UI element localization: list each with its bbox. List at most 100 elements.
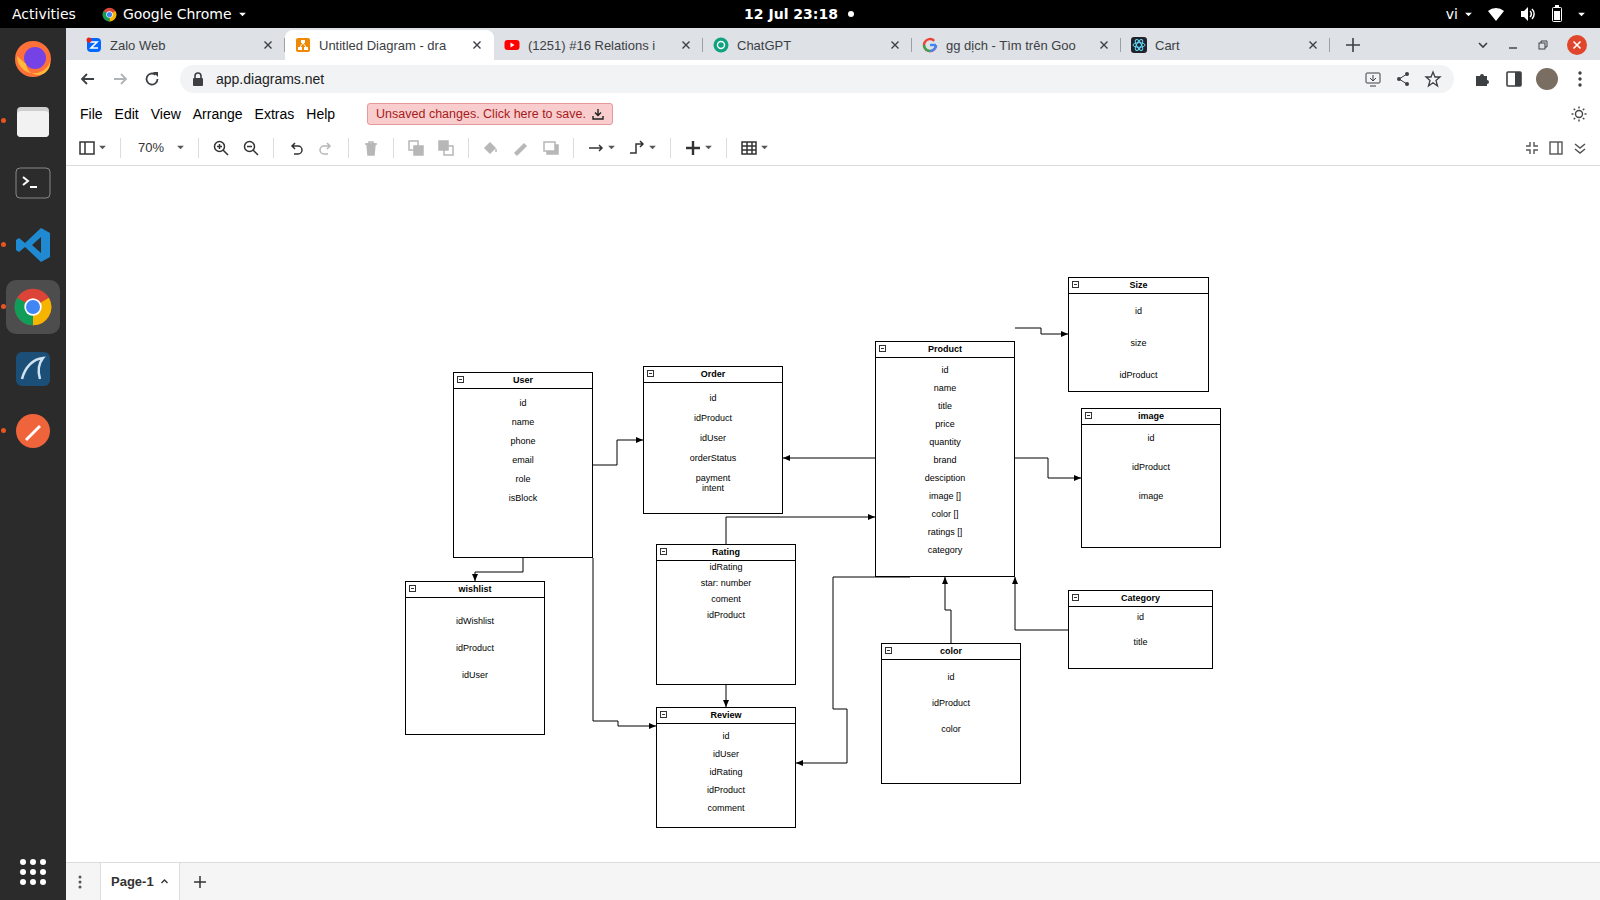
- entity-table[interactable]: image ididProductimage: [1081, 408, 1221, 548]
- connector[interactable]: [1015, 458, 1081, 478]
- entity-field[interactable]: idUser: [462, 670, 488, 680]
- share-icon[interactable]: [1394, 70, 1412, 88]
- entity-field[interactable]: idRating: [709, 767, 742, 777]
- toolbar-button[interactable]: [76, 137, 109, 159]
- menu-item[interactable]: Extras: [255, 106, 295, 122]
- entity-table[interactable]: Category idtitle: [1068, 590, 1213, 669]
- wifi-icon[interactable]: [1487, 6, 1505, 22]
- entity-field[interactable]: idProduct: [694, 413, 732, 423]
- side-panel-icon[interactable]: [1504, 69, 1524, 89]
- toolbar-button[interactable]: [585, 137, 618, 159]
- dock-item[interactable]: [6, 404, 60, 458]
- entity-field[interactable]: coment: [711, 594, 741, 604]
- close-tab-icon[interactable]: [261, 38, 275, 52]
- maximize-icon[interactable]: [1536, 38, 1550, 52]
- connector[interactable]: [726, 517, 875, 544]
- install-icon[interactable]: [1364, 70, 1382, 88]
- entity-table[interactable]: User idnamephoneemailroleisBlock: [453, 372, 593, 558]
- close-tab-icon[interactable]: [679, 38, 693, 52]
- browser-tab[interactable]: Zalo Web: [76, 30, 285, 60]
- entity-header[interactable]: Size: [1069, 278, 1208, 294]
- entity-field[interactable]: idProduct: [707, 610, 745, 620]
- entity-field[interactable]: idUser: [700, 433, 726, 443]
- connector[interactable]: [783, 458, 875, 459]
- entity-table[interactable]: Order ididProductidUserorderStatuspaymen…: [643, 366, 783, 514]
- toolbar-button[interactable]: [626, 137, 659, 159]
- entity-field[interactable]: idProduct: [707, 785, 745, 795]
- toolbar-button[interactable]: [510, 137, 532, 159]
- collapse-icon[interactable]: [660, 548, 667, 555]
- url-field[interactable]: app.diagrams.net: [180, 65, 1454, 93]
- entity-field[interactable]: id: [947, 672, 954, 682]
- entity-table[interactable]: color ididProductcolor: [881, 643, 1021, 784]
- dock-item[interactable]: [6, 218, 60, 272]
- more-menu-icon[interactable]: [1570, 69, 1590, 89]
- entity-field[interactable]: quantity: [929, 437, 961, 447]
- entity-header[interactable]: image: [1082, 409, 1220, 425]
- collapse-icon[interactable]: [885, 647, 892, 654]
- pages-menu-icon[interactable]: [72, 874, 88, 890]
- entity-table[interactable]: Rating idRatingstar: numbercomentidProdu…: [656, 544, 796, 685]
- entity-table[interactable]: Product idnametitlepricequantitybranddes…: [875, 341, 1015, 577]
- toolbar-button[interactable]: [480, 137, 502, 159]
- clock[interactable]: 12 Jul 23:18: [744, 6, 854, 22]
- extensions-icon[interactable]: [1472, 69, 1492, 89]
- add-page-icon[interactable]: [192, 874, 208, 890]
- input-source[interactable]: vi: [1446, 6, 1473, 22]
- dock-item[interactable]: [6, 94, 60, 148]
- entity-field[interactable]: idProduct: [456, 643, 494, 653]
- entity-field[interactable]: name: [934, 383, 957, 393]
- toolbar-button[interactable]: [435, 137, 457, 159]
- activities-button[interactable]: Activities: [12, 6, 76, 22]
- entity-header[interactable]: Order: [644, 367, 782, 383]
- entity-header[interactable]: Review: [657, 708, 795, 724]
- entity-field[interactable]: email: [512, 455, 534, 465]
- app-grid-icon[interactable]: [19, 858, 47, 886]
- entity-field[interactable]: id: [1137, 612, 1144, 622]
- entity-field[interactable]: comment: [707, 803, 744, 813]
- collapse-icon[interactable]: [1072, 594, 1079, 601]
- entity-field[interactable]: idProduct: [932, 698, 970, 708]
- close-tab-icon[interactable]: [1097, 38, 1111, 52]
- app-menu[interactable]: Google Chrome: [102, 6, 247, 22]
- entity-field[interactable]: star: number: [701, 578, 752, 588]
- entity-field[interactable]: id: [1135, 306, 1142, 316]
- entity-field[interactable]: color: [941, 724, 961, 734]
- page-caret-icon[interactable]: [160, 877, 169, 886]
- entity-header[interactable]: User: [454, 373, 592, 389]
- entity-field[interactable]: payment intent: [685, 473, 741, 493]
- forward-icon[interactable]: [110, 69, 130, 89]
- entity-table[interactable]: Size idsizeidProduct: [1068, 277, 1209, 392]
- entity-field[interactable]: title: [938, 401, 952, 411]
- back-icon[interactable]: [78, 69, 98, 89]
- reload-icon[interactable]: [142, 69, 162, 89]
- connector[interactable]: [475, 558, 523, 581]
- collapse-icon[interactable]: [1072, 281, 1079, 288]
- entity-field[interactable]: id: [941, 365, 948, 375]
- collapse-icon[interactable]: [1572, 140, 1588, 156]
- collapse-icon[interactable]: [660, 711, 667, 718]
- entity-field[interactable]: id: [722, 731, 729, 741]
- entity-field[interactable]: category: [928, 545, 963, 555]
- collapse-icon[interactable]: [409, 585, 416, 592]
- battery-icon[interactable]: [1551, 5, 1563, 23]
- browser-tab[interactable]: ChatGPT: [703, 30, 912, 60]
- entity-field[interactable]: idUser: [713, 749, 739, 759]
- entity-table[interactable]: Review id idUser idRating idProduct comment: [656, 707, 796, 828]
- connector[interactable]: [1015, 577, 1068, 630]
- format-panel-icon[interactable]: [1548, 140, 1564, 156]
- entity-field[interactable]: role: [515, 474, 530, 484]
- entity-field[interactable]: color []: [931, 509, 958, 519]
- toolbar-button[interactable]: [240, 137, 262, 159]
- close-tab-icon[interactable]: [888, 38, 902, 52]
- entity-field[interactable]: id: [519, 398, 526, 408]
- toolbar-button[interactable]: [285, 137, 307, 159]
- entity-field[interactable]: size: [1130, 338, 1146, 348]
- entity-field[interactable]: image: [1139, 491, 1164, 501]
- toolbar-button[interactable]: [315, 137, 337, 159]
- new-tab-icon[interactable]: [1344, 36, 1362, 54]
- volume-icon[interactable]: [1519, 6, 1537, 22]
- entity-field[interactable]: title: [1133, 637, 1147, 647]
- dock-item[interactable]: [6, 156, 60, 210]
- toolbar-button[interactable]: [738, 137, 771, 159]
